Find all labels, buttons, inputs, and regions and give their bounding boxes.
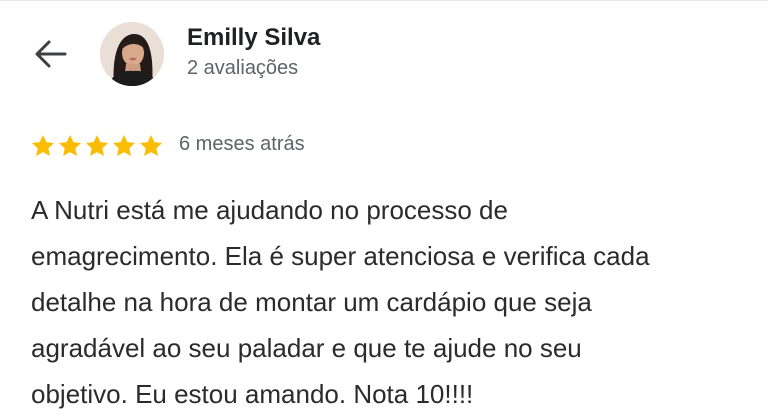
reviewer-review-count: 2 avaliações — [187, 57, 299, 79]
star-icon — [112, 134, 136, 156]
review-date: 6 meses atrás — [179, 133, 305, 155]
profile-photo-icon — [100, 22, 164, 86]
star-icon — [58, 134, 82, 156]
back-button[interactable] — [30, 36, 70, 72]
review-text-line: A Nutri está me ajudando no processo de — [31, 195, 508, 225]
review-text-line: emagrecimento. Ela é super atenciosa e v… — [31, 241, 650, 271]
top-divider — [0, 0, 768, 1]
reviewer-name[interactable]: Emilly Silva — [187, 24, 320, 52]
avatar[interactable] — [100, 22, 164, 86]
review-text: A Nutri está me ajudando no processo de … — [31, 187, 768, 417]
review-text-line: objetivo. Eu estou amando. Nota 10!!!! — [31, 379, 474, 409]
arrow-left-icon — [35, 40, 67, 68]
star-icon — [139, 134, 163, 156]
star-icon — [85, 134, 109, 156]
star-icon — [31, 134, 55, 156]
review-text-line: agradável ao seu paladar e que te ajude … — [31, 333, 582, 363]
star-rating — [30, 133, 164, 159]
review-text-line: detalhe na hora de montar um cardápio qu… — [31, 287, 592, 317]
